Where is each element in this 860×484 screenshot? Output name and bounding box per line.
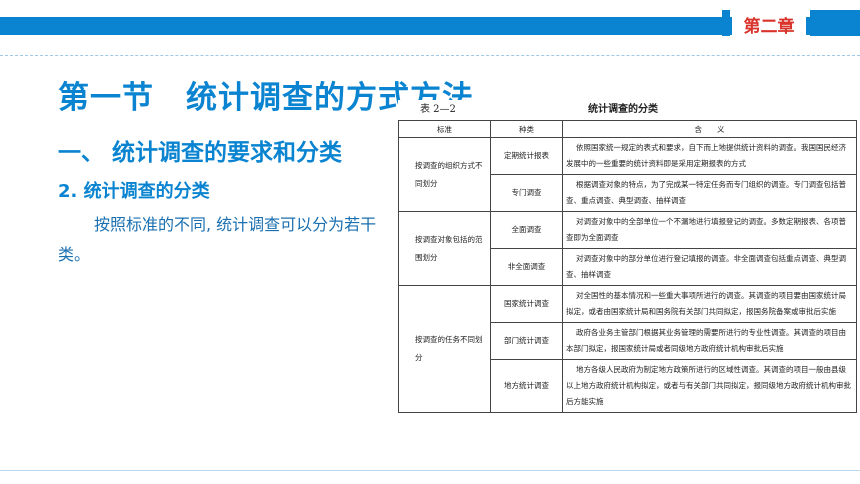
standard-cell: 按调查对象包括的范围划分 xyxy=(398,211,491,286)
header-accent-right xyxy=(810,10,860,36)
header-divider xyxy=(0,55,860,56)
table-caption: 统计调查的分类 xyxy=(588,104,658,115)
type-cell: 国家统计调查 xyxy=(490,285,563,323)
desc-cell: 对调查对象中的部分单位进行登记填报的调查。非全面调查包括重点调查、典型调查、抽样… xyxy=(562,248,857,286)
type-cell: 地方统计调查 xyxy=(490,359,563,413)
subtitle-2: 2. 统计调查的分类 xyxy=(58,181,210,202)
chapter-label: 第二章 xyxy=(732,12,806,42)
type-cell: 专门调查 xyxy=(490,174,563,212)
desc-cell: 地方各级人民政府为制定地方政策所进行的区域性调查。其调查的项目一般由县级以上地方… xyxy=(562,359,857,413)
subtitle: 一、 统计调查的要求和分类 xyxy=(58,140,343,166)
header-standard: 标准 xyxy=(398,120,491,138)
header-bar xyxy=(0,17,860,35)
standard-cell: 按调查的任务不同划分 xyxy=(398,285,491,413)
desc-cell: 对全国性的基本情况和一些重大事项所进行的调查。其调查的项目要由国家统计局拟定，或… xyxy=(562,285,857,323)
classification-table-image: 表 2—2 统计调查的分类 标准 种类 含 义 按调查的组织方式不同划分 定期统… xyxy=(398,100,857,472)
standard-cell: 按调查的组织方式不同划分 xyxy=(398,137,491,212)
classification-table: 标准 种类 含 义 按调查的组织方式不同划分 定期统计报表 依照国家统一规定的表… xyxy=(398,120,857,413)
header-meaning: 含 义 xyxy=(562,120,857,138)
table-number: 表 2—2 xyxy=(420,104,456,115)
type-cell: 非全面调查 xyxy=(490,248,563,286)
body-text: 按照标准的不同, 统计调查可以分为若干类。 xyxy=(58,215,377,264)
desc-cell: 政府各业务主管部门根据其业务管理的需要所进行的专业性调查。其调查的项目由本部门拟… xyxy=(562,322,857,360)
table-header-row: 标准 种类 含 义 xyxy=(398,120,857,138)
desc-cell: 依照国家统一规定的表式和要求，自下而上地提供统计资料的调查。我国国民经济发展中的… xyxy=(562,137,857,175)
header-accent-left xyxy=(722,10,730,36)
type-cell: 定期统计报表 xyxy=(490,137,563,175)
type-cell: 部门统计调查 xyxy=(490,322,563,360)
header-type: 种类 xyxy=(490,120,563,138)
table-row: 按调查的任务不同划分 国家统计调查 对全国性的基本情况和一些重大事项所进行的调查… xyxy=(398,285,857,413)
table-row: 按调查对象包括的范围划分 全面调查 对调查对象中的全部单位一个不漏地进行填报登记… xyxy=(398,211,857,286)
table-row: 按调查的组织方式不同划分 定期统计报表 依照国家统一规定的表式和要求，自下而上地… xyxy=(398,137,857,212)
desc-cell: 根据调查对象的特点，为了完成某一特定任务而专门组织的调查。专门调查包括普查、重点… xyxy=(562,174,857,212)
type-cell: 全面调查 xyxy=(490,211,563,249)
footer-divider xyxy=(0,470,860,471)
desc-cell: 对调查对象中的全部单位一个不漏地进行填报登记的调查。多数定期报表、各项普查即为全… xyxy=(562,211,857,249)
